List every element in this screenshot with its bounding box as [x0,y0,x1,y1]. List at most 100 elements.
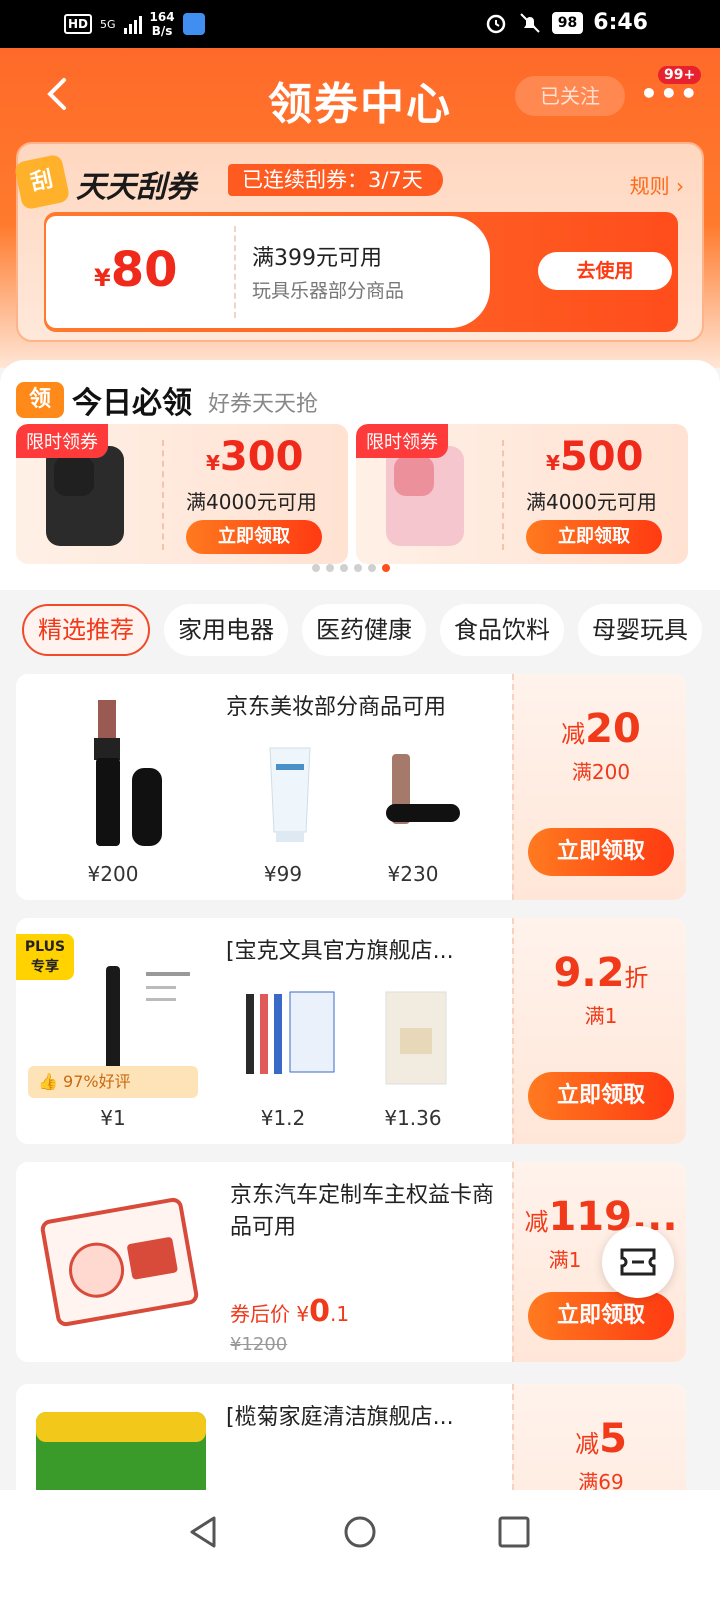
discount-value: 减20 [514,706,686,752]
deal-card[interactable]: 限时领券 ¥300 满4000元可用 立即领取 [16,424,348,564]
hd-indicator: HD [64,14,93,34]
phone-image [46,446,124,546]
claim-button[interactable]: 立即领取 [186,520,322,554]
discount-prefix: 减 [524,1208,549,1236]
deal-divider [502,440,504,550]
coupon-card[interactable]: PLUS 专享 👍 97%好评 [宝克文具官方旗舰店... ¥1 ¥1.2 ¥1.… [16,918,686,1144]
network-speed-value: 164 [149,10,175,24]
tab-appliances[interactable]: 家用电器 [164,604,288,656]
coupon-condition: 满399元可用 [252,246,382,271]
network-type: 5G [100,17,116,31]
tab-recommended[interactable]: 精选推荐 [22,604,150,656]
deal-amount: ¥300 [206,434,303,480]
coupon-divider [234,226,236,318]
scratch-streak: 已连续刮券：3/7天 [228,164,443,196]
today-title: 今日必领 [72,386,192,421]
mute-icon [520,12,540,33]
after-coupon-price: 券后价 ¥0.1 [230,1294,349,1329]
tab-baby[interactable]: 母婴玩具 [578,604,702,656]
phone-image [386,446,464,546]
coupon-amount-value: 80 [110,242,178,298]
card-title: 京东汽车定制车主权益卡商品可用 [230,1183,495,1240]
recents-nav-icon[interactable] [494,1512,534,1552]
network-speed-unit: B/s [151,24,173,38]
after-label: 券后价 [230,1302,290,1326]
home-nav-icon[interactable] [340,1512,380,1552]
product-price: ¥230 [387,862,439,886]
scratch-title: 天天刮券 [76,170,196,205]
today-section: 领 今日必领 好券天天抢 限时领券 ¥300 满4000元可用 立即领取 限时领… [0,360,720,590]
original-price: ¥1200 [230,1334,288,1355]
product-price: ¥200 [87,862,139,886]
card-title: 京东美妆部分商品可用 [226,695,447,720]
use-coupon-button[interactable]: 去使用 [538,252,672,290]
product-price: ¥99 [263,862,303,886]
claim-button[interactable]: 立即领取 [528,828,674,876]
card-title: [宝克文具官方旗舰店... [226,939,454,964]
tab-food[interactable]: 食品饮料 [440,604,564,656]
claim-button[interactable]: 立即领取 [526,520,662,554]
claim-button[interactable]: 立即领取 [528,1292,674,1340]
follow-button[interactable]: 已关注 [515,76,625,116]
status-left: HD 5G 164 B/s [64,10,205,38]
card-discount-panel: 9.2折 满1 立即领取 [512,918,686,1144]
today-logo-icon: 领 [16,382,64,418]
scratch-logo-icon: 刮 [13,153,71,211]
stationery-pack-image [385,991,447,1085]
clock: 6:46 [593,10,648,35]
tab-health[interactable]: 医药健康 [302,604,426,656]
discount-amount: 9.2 [553,950,625,996]
coupon-card[interactable]: [榄菊家庭清洁旗舰店... 减5 满69 [16,1384,686,1504]
product-price: ¥1 [100,1106,126,1130]
rating-badge: 👍 97%好评 [28,1066,198,1098]
discount-condition: 满200 [571,760,631,784]
ticket-icon [620,1248,656,1276]
deal-amount-value: 300 [219,434,304,480]
coupon-currency: ¥ [94,264,111,292]
scratch-coupon: ¥80 满399元可用 玩具乐器部分商品 去使用 [44,212,678,332]
deal-currency: ¥ [546,451,560,475]
discount-value: 9.2折 [514,950,686,996]
deal-amount: ¥500 [546,434,643,480]
lipstick-image [94,700,162,846]
after-int: 0 [309,1294,330,1329]
card-discount-panel: 减5 满69 [512,1384,686,1504]
coupon-card[interactable]: 京东汽车定制车主权益卡商品可用 券后价 ¥0.1 ¥1200 减119... 满… [16,1162,686,1362]
battery-indicator: 98 [551,11,584,34]
deal-condition: 满4000元可用 [186,490,317,514]
discount-amount: 20 [585,706,641,752]
discount-prefix: 减 [561,720,586,748]
rules-link[interactable]: 规则 › [630,170,684,199]
network-speed: 164 B/s [150,10,175,38]
deal-tag: 限时领券 [356,424,448,458]
coupon-wallet-button[interactable] [602,1226,674,1298]
deal-tag: 限时领券 [16,424,108,458]
carousel-indicator [312,564,390,572]
plus-sub-label: 专享 [31,959,59,975]
notification-badge: 99+ [658,66,702,84]
card-title: [榄菊家庭清洁旗舰店... [226,1405,454,1430]
back-arrow-icon[interactable] [38,74,78,114]
sunscreen-image [269,747,311,842]
deal-divider [162,440,164,550]
today-subtitle: 好券天天抢 [208,392,319,417]
after-currency: ¥ [296,1302,310,1326]
coupon-card[interactable]: 京东美妆部分商品可用 ¥200 ¥99 ¥230 减20 满200 立即领取 [16,674,686,900]
product-price: ¥1.2 [260,1106,306,1130]
more-icon[interactable]: ••• [640,80,700,108]
after-dec: .1 [329,1302,350,1326]
product-price: ¥1.36 [384,1106,442,1130]
discount-prefix: 减 [575,1430,600,1458]
discount-value: 减5 [514,1416,686,1462]
deal-card[interactable]: 限时领券 ¥500 满4000元可用 立即领取 [356,424,688,564]
category-tabs: 精选推荐 家用电器 医药健康 食品饮料 母婴玩具 [0,604,720,668]
coupon-amount: ¥80 [94,242,178,298]
claim-button[interactable]: 立即领取 [528,1072,674,1120]
discount-suffix: 折 [624,964,649,992]
back-nav-icon[interactable] [184,1512,224,1552]
plus-badge: PLUS 专享 [16,934,74,980]
lip-gloss-image [386,754,460,824]
coupon-scope: 玩具乐器部分商品 [252,280,405,302]
rating-text: 97%好评 [63,1072,131,1091]
discount-amount: 5 [599,1416,627,1462]
